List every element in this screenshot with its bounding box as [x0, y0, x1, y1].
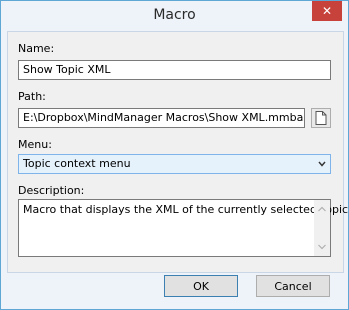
title-bar[interactable]: Macro ✕ [1, 1, 348, 31]
description-scrollbar[interactable] [314, 200, 330, 256]
file-icon [315, 111, 327, 125]
path-field[interactable]: E:\Dropbox\MindManager Macros\Show XML.m… [18, 108, 305, 128]
window-title: Macro [153, 7, 196, 23]
chevron-down-icon [318, 161, 326, 167]
description-text: Macro that displays the XML of the curre… [23, 203, 349, 216]
ok-button[interactable]: OK [164, 275, 238, 297]
menu-dropdown[interactable]: Topic context menu [18, 154, 331, 174]
browse-button[interactable] [311, 108, 331, 128]
name-label: Name: [18, 42, 55, 55]
path-label: Path: [18, 90, 46, 103]
menu-selected-value: Topic context menu [23, 157, 131, 170]
close-icon: ✕ [321, 4, 333, 18]
description-field[interactable]: Macro that displays the XML of the curre… [18, 199, 348, 257]
scroll-up-icon[interactable] [318, 206, 326, 212]
close-button[interactable]: ✕ [312, 1, 342, 21]
description-label: Description: [18, 184, 85, 197]
name-field[interactable]: Show Topic XML [18, 60, 331, 80]
scroll-down-icon[interactable] [318, 244, 326, 250]
menu-label: Menu: [18, 138, 52, 151]
dialog-footer: OK Cancel [7, 271, 342, 303]
macro-dialog: Macro ✕ Name: Show Topic XML Path: E:\Dr… [0, 0, 349, 310]
cancel-button[interactable]: Cancel [256, 275, 330, 297]
dialog-content: Name: Show Topic XML Path: E:\Dropbox\Mi… [7, 31, 348, 273]
